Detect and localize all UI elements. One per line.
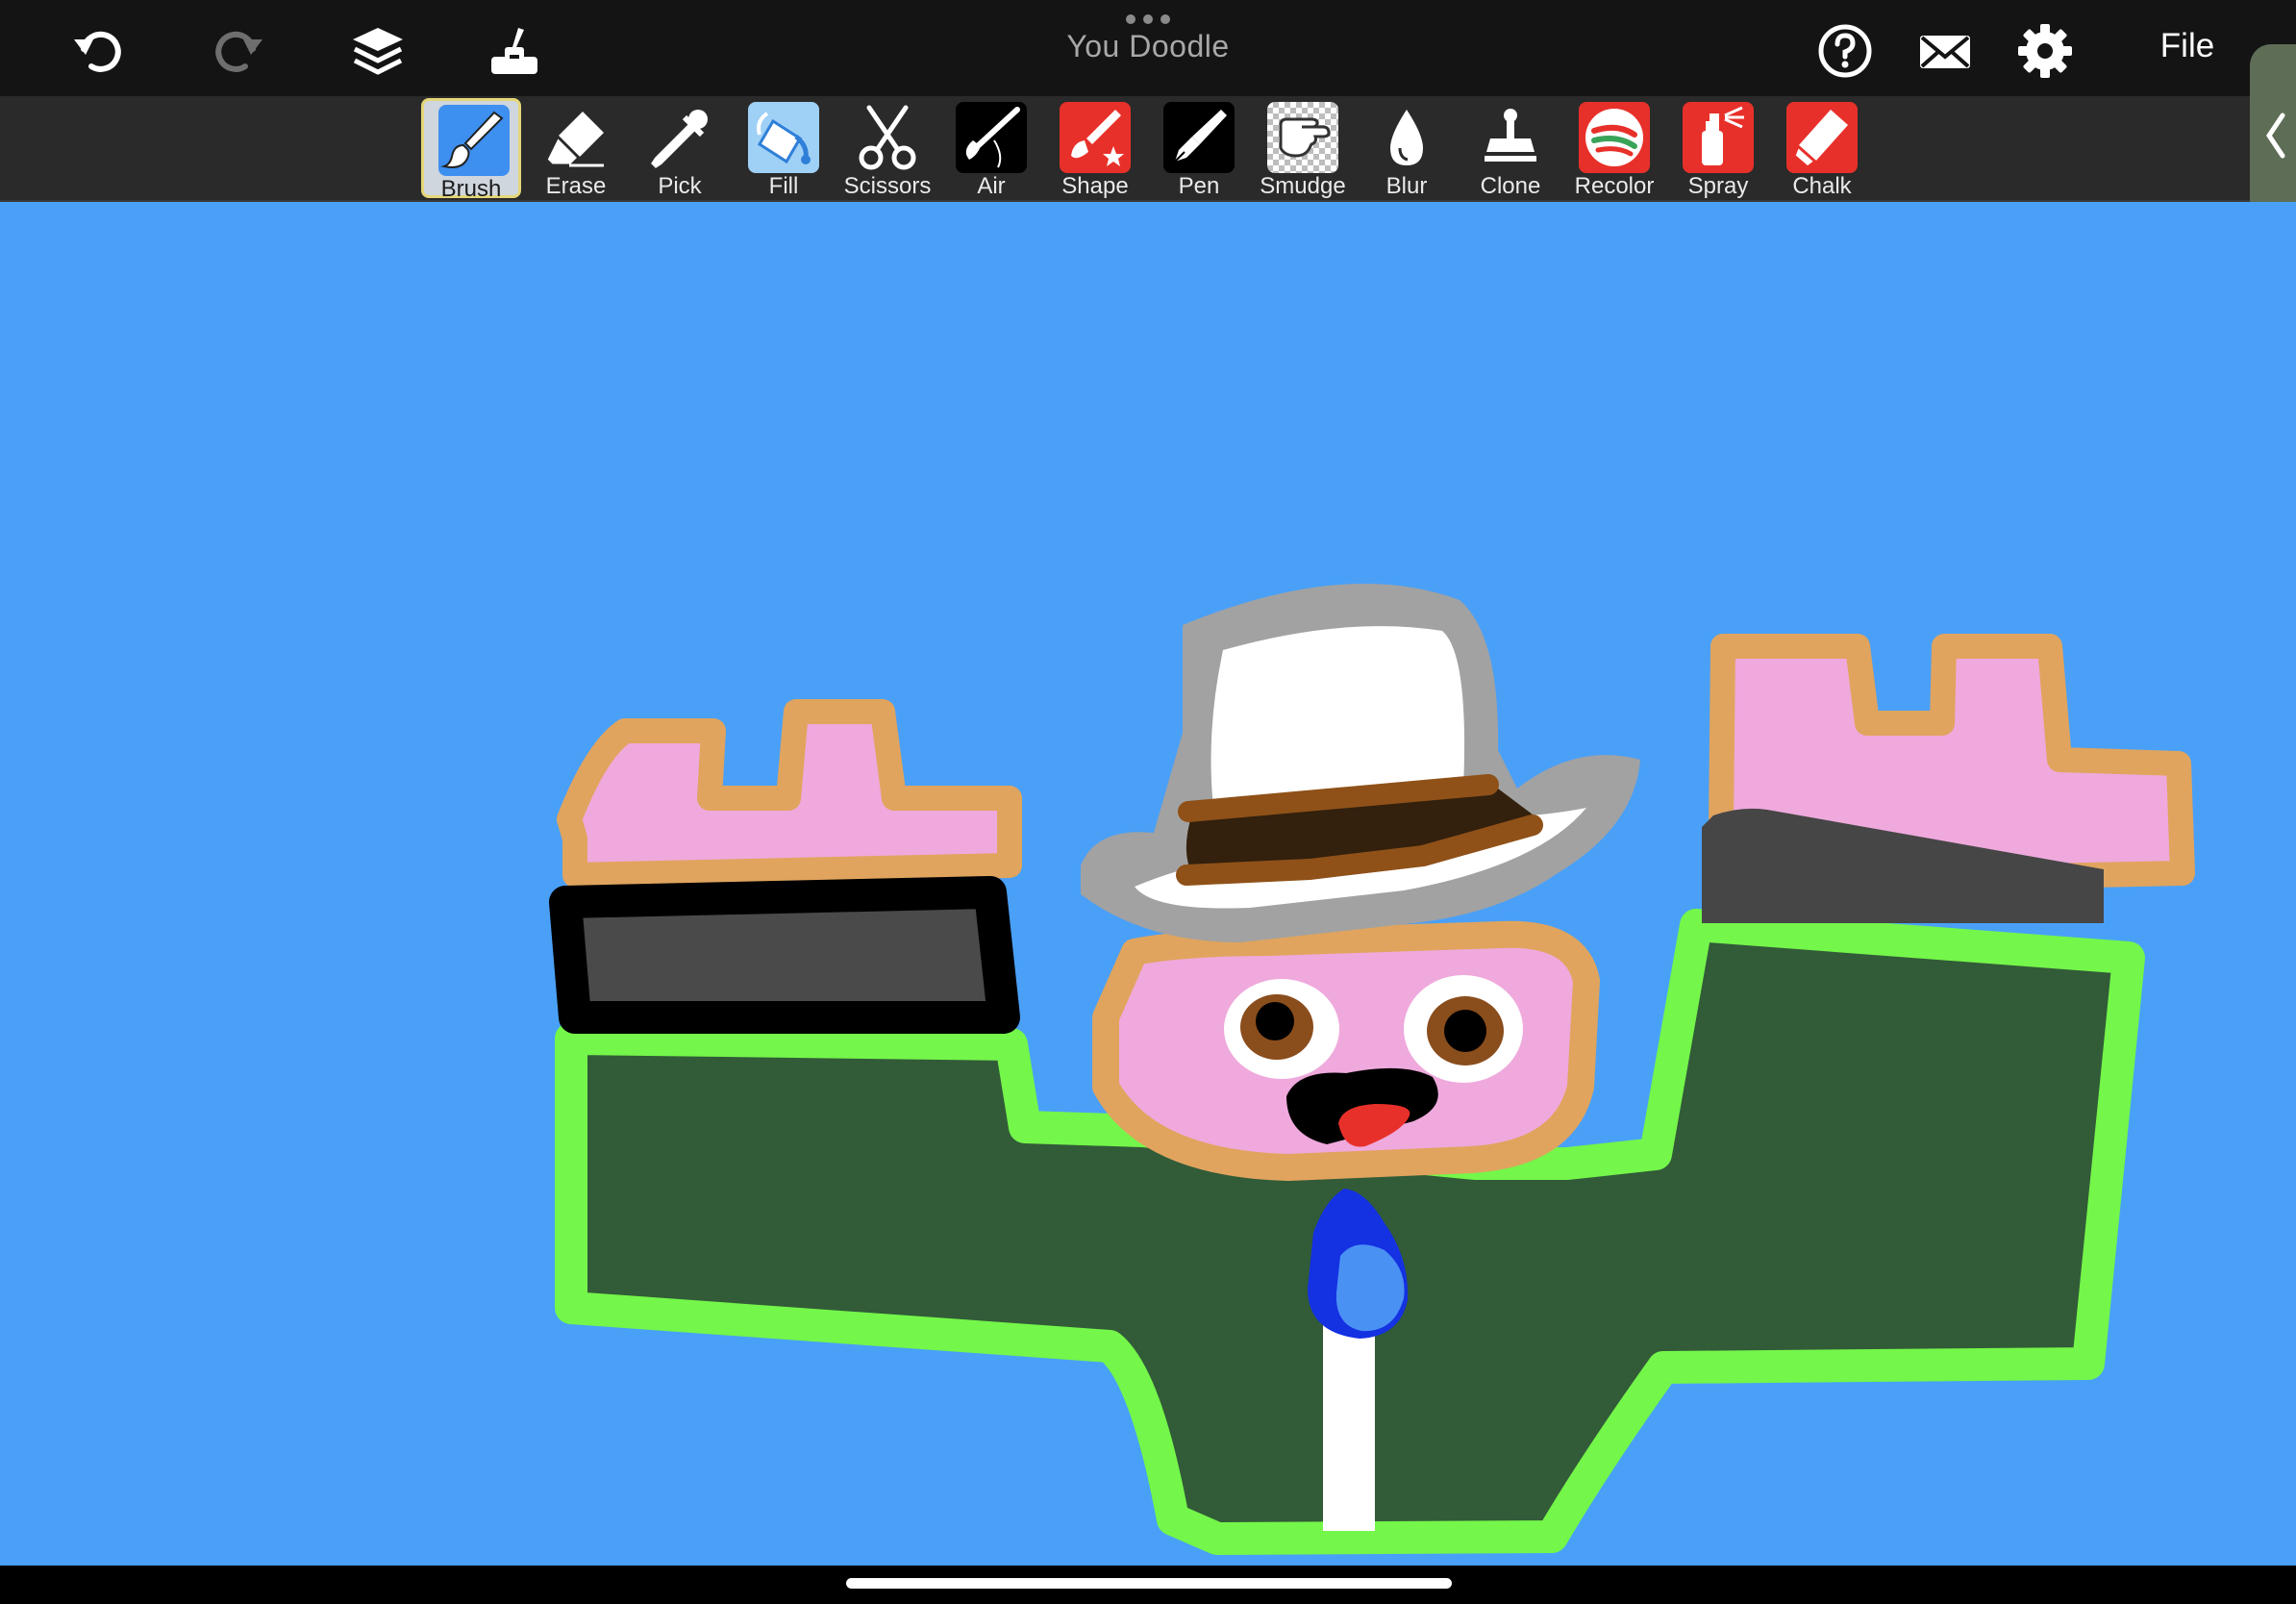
tool-label: Blur	[1385, 173, 1428, 199]
tool-smudge[interactable]: Smudge	[1253, 98, 1353, 199]
tool-pick[interactable]: Pick	[630, 98, 730, 199]
tool-label: Fill	[768, 173, 799, 199]
tool-label: Brush	[440, 176, 502, 202]
paint-bucket-icon	[748, 102, 819, 173]
tool-label: Recolor	[1574, 173, 1655, 199]
help-button[interactable]	[1811, 17, 1879, 85]
tool-label: Shape	[1061, 173, 1129, 199]
pen-nib-icon	[1163, 102, 1235, 173]
tool-erase[interactable]: Erase	[526, 98, 626, 199]
tool-blur[interactable]: Blur	[1357, 98, 1457, 199]
eraser-icon	[540, 102, 611, 173]
brush-icon	[438, 105, 510, 176]
tool-chalk[interactable]: Chalk	[1772, 98, 1872, 199]
doodle-drawing	[0, 202, 2296, 1566]
scissors-icon	[852, 102, 923, 173]
clone-stamp-icon	[1475, 102, 1546, 173]
chalk-icon	[1786, 102, 1858, 173]
tool-air[interactable]: Air	[941, 98, 1041, 199]
top-bar: You Doodle File	[0, 0, 2296, 96]
tool-clone[interactable]: Clone	[1460, 98, 1560, 199]
help-icon	[1818, 24, 1872, 78]
tool-pen[interactable]: Pen	[1149, 98, 1249, 199]
tool-label: Pick	[658, 173, 702, 199]
tool-label: Clone	[1480, 173, 1541, 199]
file-menu[interactable]: File	[2134, 27, 2240, 65]
recolor-icon	[1579, 102, 1650, 173]
tool-label: Air	[977, 173, 1006, 199]
droplet-icon	[1371, 102, 1442, 173]
gear-icon	[2018, 24, 2072, 78]
tool-scissors[interactable]: Scissors	[837, 98, 937, 199]
airbrush-icon	[956, 102, 1027, 173]
tool-recolor[interactable]: Recolor	[1564, 98, 1664, 199]
shape-brush-icon	[1060, 102, 1131, 173]
mail-icon	[1920, 36, 1970, 68]
tool-fill[interactable]: Fill	[734, 98, 834, 199]
tool-label: Spray	[1687, 173, 1749, 199]
smudge-hand-icon	[1267, 102, 1338, 173]
eyedropper-icon	[644, 102, 715, 173]
tool-label: Erase	[545, 173, 607, 199]
tool-label: Chalk	[1792, 173, 1852, 199]
settings-button[interactable]	[2011, 17, 2079, 85]
tool-brush[interactable]: Brush	[421, 98, 521, 202]
tool-label: Smudge	[1260, 173, 1346, 199]
tool-label: Pen	[1178, 173, 1220, 199]
bottom-bar	[0, 1566, 2296, 1604]
drawing-canvas[interactable]	[0, 202, 2296, 1566]
spray-can-icon	[1683, 102, 1754, 173]
mail-button[interactable]	[1911, 17, 1979, 85]
tool-spray[interactable]: Spray	[1668, 98, 1768, 199]
chevron-left-icon	[2265, 113, 2285, 159]
tool-shape[interactable]: Shape	[1045, 98, 1145, 199]
drag-handle-icon[interactable]	[1123, 13, 1173, 25]
home-indicator[interactable]	[846, 1578, 1452, 1589]
tool-label: Scissors	[843, 173, 932, 199]
tool-bar: Brush Erase Pick Fill Scissors Air Shape…	[0, 96, 2296, 202]
